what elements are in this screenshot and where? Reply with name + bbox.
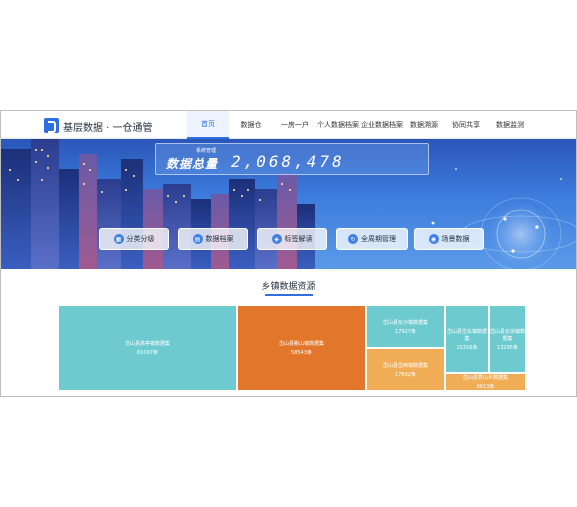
tile-count: 8613条 <box>476 384 495 390</box>
stat-value: 2,068,478 <box>231 152 345 171</box>
hero-banner: 系统管理 数据总量 2,068,478 ▦ 分类分级 ▤ 数据档案 ◈ 标签解读… <box>1 139 576 269</box>
app-window: 基层数据 · 一仓通管 首页 数据仓 一房一户 个人数据档案 企业数据档案 数据… <box>0 110 577 397</box>
tile-count: 58543条 <box>291 350 312 356</box>
section-title: 乡镇数据资源 <box>261 282 316 292</box>
grid-icon: ▦ <box>113 234 124 244</box>
tag-icon: ◈ <box>271 234 282 244</box>
treemap-tile-xiushan[interactable]: 岱山县秀山乡数据集 8613条 <box>445 373 526 391</box>
tile-count: 81097条 <box>137 350 158 356</box>
stat-label: 数据总量 <box>166 157 219 171</box>
treemap-tile-daixi[interactable]: 岱山县岱西镇数据集 17882条 <box>366 348 445 391</box>
treemap-tile-gaoting[interactable]: 岱山县高亭镇数据集 81097条 <box>58 305 237 391</box>
tile-name: 岱山县岱西镇数据集 <box>382 362 428 369</box>
cycle-icon: ↻ <box>348 234 358 244</box>
quick-button-label: 数据档案 <box>205 235 234 243</box>
nav-household[interactable]: 一房一户 <box>277 111 313 139</box>
tile-name: 岱山县秀山乡数据集 <box>462 375 508 381</box>
quick-button-archive[interactable]: ▤ 数据档案 <box>178 228 248 250</box>
tile-name: 岱山县岱东镇数据集 <box>446 328 487 342</box>
tile-count: 13295条 <box>497 344 518 351</box>
tile-count: 15316条 <box>456 344 478 351</box>
treemap-tile-daidong[interactable]: 岱山县岱东镇数据集 15316条 <box>445 305 489 373</box>
tile-name: 岱山县高亭镇数据集 <box>124 341 170 347</box>
archive-icon: ▤ <box>192 234 203 244</box>
section-title-underline <box>265 294 313 296</box>
quick-button-tag[interactable]: ◈ 标签解读 <box>257 228 327 250</box>
quick-button-label: 场景数据 <box>441 235 470 243</box>
tile-name: 岱山县东沙镇数据集 <box>382 319 428 326</box>
nav-data-monitor[interactable]: 数据监测 <box>493 111 527 139</box>
data-total-panel: 系统管理 数据总量 2,068,478 <box>155 143 429 175</box>
tile-name: 岱山县长涂镇数据集 <box>490 328 526 342</box>
treemap-tile-qushan[interactable]: 岱山县衢山镇数据集 58543条 <box>237 305 366 391</box>
quick-button-lifecycle[interactable]: ↻ 全周期管理 <box>336 228 408 250</box>
quick-button-scene[interactable]: ◉ 场景数据 <box>414 228 484 250</box>
nav-personal-archive[interactable]: 个人数据档案 <box>317 111 359 139</box>
tile-name: 岱山县衢山镇数据集 <box>278 341 324 347</box>
scene-icon: ◉ <box>428 234 439 244</box>
quick-button-label: 标签解读 <box>284 235 313 243</box>
treemap-tile-dongsha[interactable]: 岱山县东沙镇数据集 17927条 <box>366 305 445 348</box>
nav-home[interactable]: 首页 <box>187 111 229 139</box>
quick-button-label: 分类分级 <box>126 235 155 243</box>
nav-data-trace[interactable]: 数据溯源 <box>407 111 441 139</box>
nav-enterprise-archive[interactable]: 企业数据档案 <box>361 111 403 139</box>
tile-count: 17882条 <box>395 371 416 378</box>
quick-button-classification[interactable]: ▦ 分类分级 <box>99 228 169 250</box>
nav-collab-share[interactable]: 协同共享 <box>449 111 483 139</box>
nav-data-warehouse[interactable]: 数据仓 <box>233 111 269 139</box>
treemap-tile-changtu[interactable]: 岱山县长涂镇数据集 13295条 <box>489 305 526 373</box>
stat-subtitle: 系统管理 <box>196 148 217 154</box>
app-title: 基层数据 · 一仓通管 <box>63 123 153 134</box>
tile-count: 17927条 <box>395 328 416 335</box>
top-navbar: 基层数据 · 一仓通管 首页 数据仓 一房一户 个人数据档案 企业数据档案 数据… <box>1 111 576 139</box>
logo-icon <box>44 118 59 133</box>
quick-button-label: 全周期管理 <box>361 235 396 243</box>
